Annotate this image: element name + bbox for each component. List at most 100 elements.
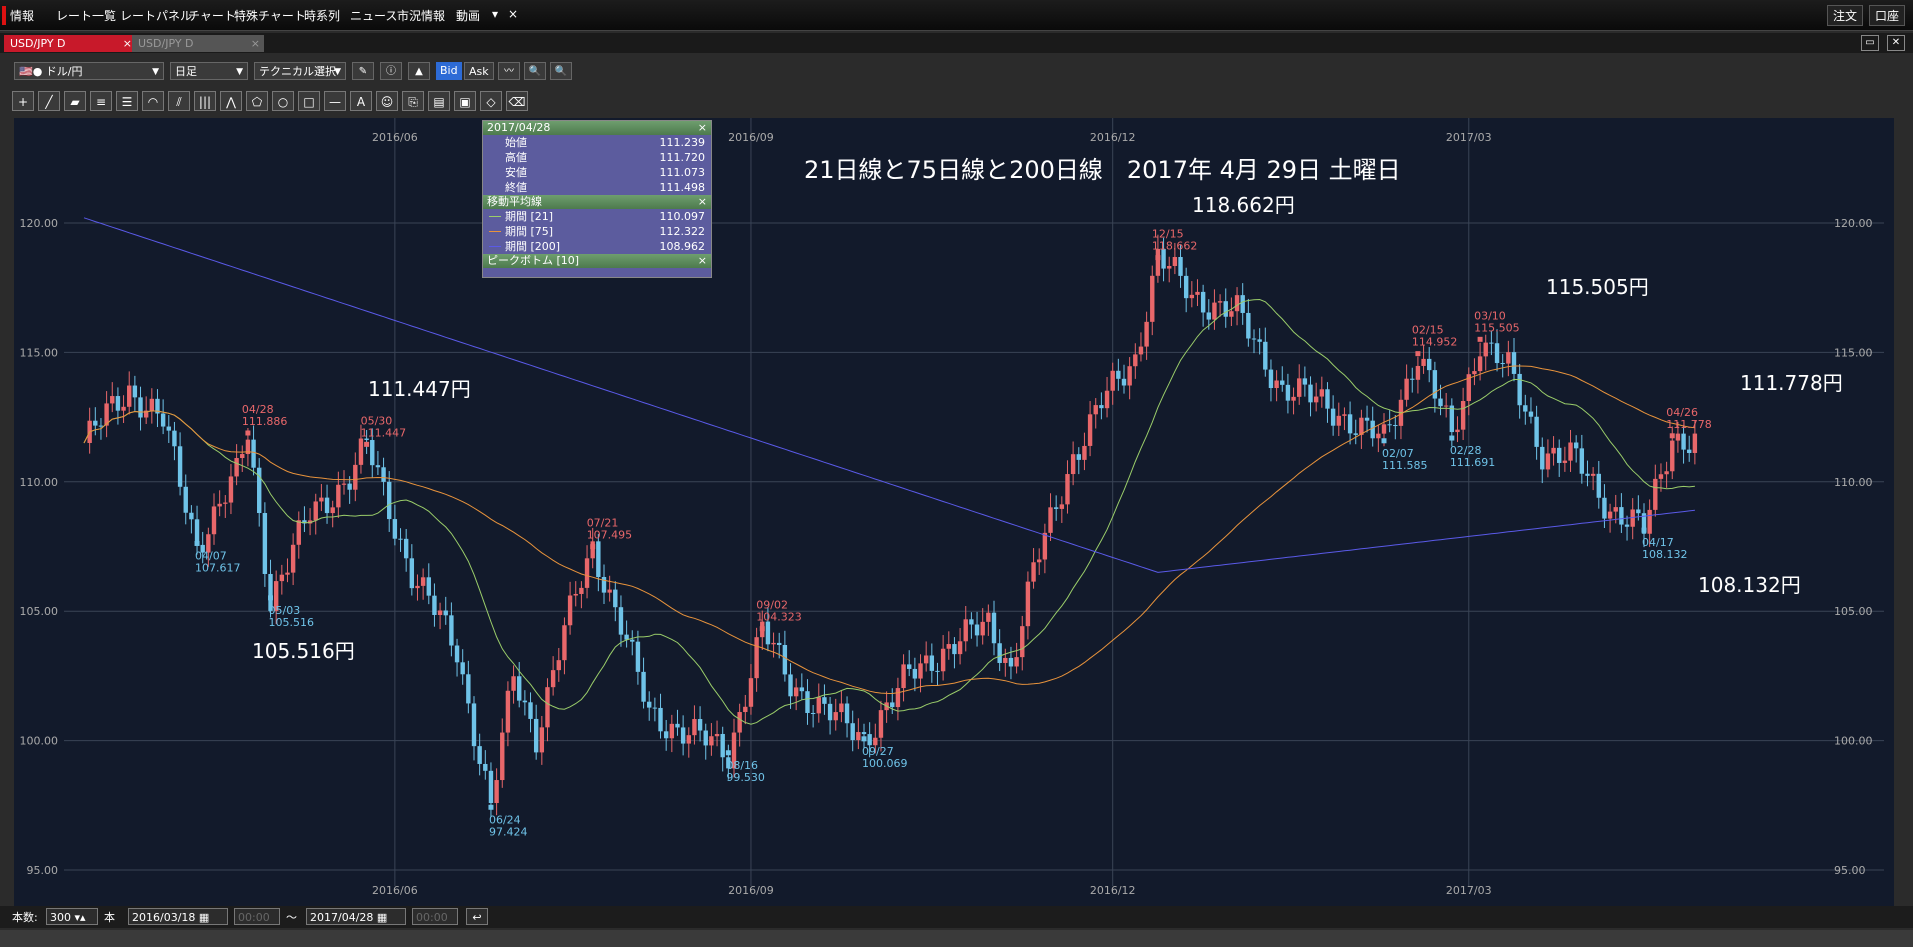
menu-info[interactable]: 情報 <box>2 6 38 25</box>
from-date-field[interactable]: 2016/03/18 ▦ <box>128 908 228 925</box>
info-icon[interactable]: ⓘ <box>380 62 402 80</box>
candle-body <box>437 610 443 616</box>
candlestick-chart[interactable]: 120.00 120.00 115.00 115.00 110.00 110.00 105.… <box>14 118 1894 906</box>
window-buttons: ▭ ✕ <box>1861 35 1905 51</box>
candle-body <box>262 513 268 574</box>
return-icon[interactable]: ↩ <box>466 908 488 925</box>
candle-body <box>658 707 663 732</box>
to-time-field[interactable]: 00:00 <box>412 908 458 925</box>
chevron-down-icon: ▼ <box>236 67 243 77</box>
from-time-field[interactable]: 00:00 <box>234 908 280 925</box>
candle-body <box>217 503 222 507</box>
layers-icon[interactable]: ▤ <box>428 91 450 111</box>
tab-usdjpy-d-active[interactable]: USD/JPY D × <box>4 35 136 52</box>
menu-rate-list[interactable]: レート一覧 <box>56 7 116 24</box>
maximize-icon[interactable]: ▭ <box>1861 35 1879 51</box>
vertical-lines-icon[interactable]: ||| <box>194 91 216 111</box>
candle-body <box>189 512 194 520</box>
candle-body <box>991 612 997 644</box>
window-close-icon[interactable]: ✕ <box>1887 35 1905 51</box>
close-icon[interactable]: × <box>698 254 707 268</box>
circle-icon[interactable]: ○ <box>272 91 294 111</box>
candle-body <box>1093 405 1098 415</box>
y-tick-label-right: 105.00 <box>1834 605 1873 618</box>
close-icon[interactable]: × <box>251 35 260 52</box>
trendline-icon[interactable]: ╱ <box>38 91 60 111</box>
candle-body <box>505 690 511 733</box>
candle-body <box>1477 356 1483 372</box>
close-icon[interactable]: × <box>698 121 707 135</box>
text-icon[interactable]: A <box>350 91 372 111</box>
pitchfork-icon[interactable]: ⋀ <box>220 91 242 111</box>
candle-body <box>833 712 838 721</box>
pen-icon[interactable]: ✎ <box>352 62 374 80</box>
zoom-out-icon[interactable]: 🔍 <box>524 62 546 80</box>
currency-pair-select[interactable]: 🇺🇸● ドル/円 ▼ <box>14 62 164 80</box>
ruler-icon[interactable]: ▰ <box>64 91 86 111</box>
tab-usdjpy-d[interactable]: USD/JPY D × <box>132 35 264 52</box>
fibonacci-icon[interactable]: ☰ <box>116 91 138 111</box>
info-date-header: 2017/04/28 × <box>483 121 711 135</box>
area-chart-icon[interactable]: ▲ <box>408 62 430 80</box>
line-chart-icon[interactable]: 〰 <box>498 62 520 80</box>
candle-body <box>1359 417 1364 435</box>
candle-body <box>511 676 516 691</box>
candle-body <box>138 397 143 418</box>
x-tick-label-top: 2016/12 <box>1090 131 1136 144</box>
zoom-in-icon[interactable]: 🔍 <box>550 62 572 80</box>
stamp-icon[interactable]: ☺ <box>376 91 398 111</box>
parallel-lines-icon[interactable]: ≡ <box>90 91 112 111</box>
calendar-icon[interactable]: ▦ <box>199 911 209 924</box>
candle-body <box>963 619 968 642</box>
crosshair-icon[interactable]: + <box>12 91 34 111</box>
bid-button[interactable]: Bid <box>436 62 462 80</box>
order-button[interactable]: 注文 <box>1826 5 1863 26</box>
menu-video[interactable]: 動画 <box>456 7 480 24</box>
info-open-row: 始値 111.239 <box>483 135 711 150</box>
lock-icon[interactable]: ▣ <box>454 91 476 111</box>
count-stepper[interactable]: 300 ▾▴ <box>46 908 98 925</box>
pentagon-icon[interactable]: ⬠ <box>246 91 268 111</box>
candle-body <box>313 501 318 521</box>
account-button[interactable]: 口座 <box>1868 5 1905 26</box>
candle-body <box>1183 275 1189 299</box>
y-tick-label-left: 110.00 <box>20 476 59 489</box>
x-tick-label-top: 2016/06 <box>372 131 418 144</box>
candle-body <box>1121 378 1127 386</box>
close-icon[interactable]: × <box>698 195 707 209</box>
count-label: 本数: <box>12 911 38 924</box>
candle-body <box>613 589 618 608</box>
to-date-field[interactable]: 2017/04/28 ▦ <box>306 908 406 925</box>
eraser-icon[interactable]: ◇ <box>480 91 502 111</box>
menu-rate-panel[interactable]: レートパネル <box>120 7 192 24</box>
menu-dropdown-icon[interactable]: ▾ <box>492 7 498 21</box>
menu-news[interactable]: ニュース <box>350 7 397 24</box>
copy-icon[interactable]: ⎘ <box>402 91 424 111</box>
close-icon[interactable]: × <box>123 35 132 52</box>
open-value: 111.239 <box>659 136 706 149</box>
timeframe-select[interactable]: 日足 ▼ <box>170 62 248 80</box>
rectangle-icon[interactable]: □ <box>298 91 320 111</box>
menu-special-chart[interactable]: 特殊チャート <box>234 7 306 24</box>
calendar-icon[interactable]: ▦ <box>377 911 387 924</box>
bottom-marker <box>1641 527 1647 533</box>
candle-body <box>460 662 465 675</box>
fan-icon[interactable]: ◠ <box>142 91 164 111</box>
menu-timeseries[interactable]: 時系列 <box>304 7 340 24</box>
erase-all-icon[interactable]: ⌫ <box>506 91 528 111</box>
menu-close-icon[interactable]: × <box>508 7 518 21</box>
chart-area[interactable]: 120.00 120.00 115.00 115.00 110.00 110.00 105.… <box>14 118 1894 906</box>
candle-body <box>669 723 675 739</box>
candle-body <box>432 595 437 616</box>
candle-body <box>93 420 98 426</box>
hline-icon[interactable]: — <box>324 91 346 111</box>
candle-body <box>641 671 646 702</box>
menu-market-info[interactable]: 市況情報 <box>397 7 445 24</box>
y-tick-label-right: 115.00 <box>1834 346 1873 359</box>
ask-button[interactable]: Ask <box>464 62 494 80</box>
gann-icon[interactable]: ⫽ <box>168 91 190 111</box>
menu-chart[interactable]: チャート <box>188 7 236 24</box>
technical-select[interactable]: テクニカル選択 ▼ <box>254 62 346 80</box>
candle-body <box>1455 429 1460 433</box>
ma75-row: 期間 [75] 112.322 <box>483 224 711 239</box>
